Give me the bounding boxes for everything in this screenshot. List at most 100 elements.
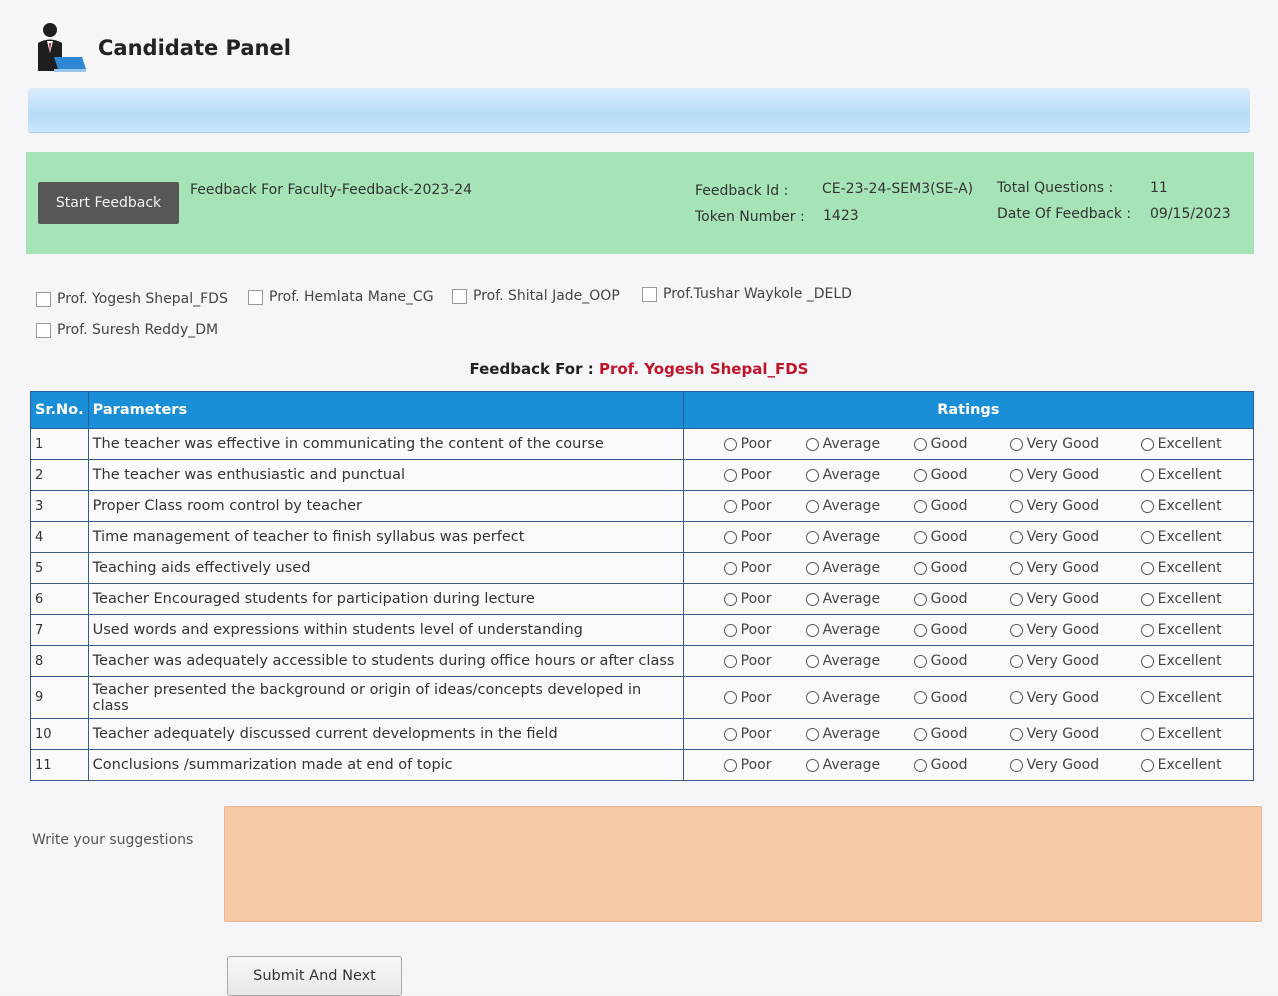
rating-option[interactable]: Good: [913, 622, 1010, 638]
radio-button[interactable]: [723, 592, 737, 606]
rating-option[interactable]: Poor: [723, 726, 806, 742]
radio-button[interactable]: [723, 437, 737, 451]
rating-option[interactable]: Average: [805, 690, 914, 706]
rating-option[interactable]: Very Good: [1009, 498, 1141, 514]
rating-option[interactable]: Very Good: [1009, 529, 1141, 545]
professor-checkbox-item[interactable]: Prof. Yogesh Shepal_FDS: [36, 291, 228, 307]
rating-option[interactable]: Good: [913, 498, 1010, 514]
rating-option[interactable]: Poor: [723, 591, 806, 607]
checkbox[interactable]: [248, 289, 263, 305]
radio-button[interactable]: [723, 561, 737, 575]
radio-button[interactable]: [1140, 758, 1154, 772]
radio-button[interactable]: [1009, 758, 1023, 772]
radio-button[interactable]: [1140, 592, 1154, 606]
radio-button[interactable]: [1140, 727, 1154, 741]
rating-option[interactable]: Good: [913, 560, 1010, 576]
radio-button[interactable]: [913, 623, 927, 637]
rating-option[interactable]: Good: [913, 591, 1010, 607]
rating-option[interactable]: Poor: [723, 498, 806, 514]
radio-button[interactable]: [805, 468, 819, 482]
radio-button[interactable]: [1009, 499, 1023, 513]
rating-option[interactable]: Excellent: [1140, 653, 1241, 669]
rating-option[interactable]: Poor: [723, 560, 806, 576]
radio-button[interactable]: [1140, 654, 1154, 668]
professor-checkbox-item[interactable]: Prof. Suresh Reddy_DM: [36, 322, 218, 338]
radio-button[interactable]: [805, 592, 819, 606]
rating-option[interactable]: Excellent: [1140, 436, 1241, 452]
radio-button[interactable]: [723, 499, 737, 513]
radio-button[interactable]: [1009, 654, 1023, 668]
radio-button[interactable]: [723, 727, 737, 741]
professor-checkbox-item[interactable]: Prof. Shital Jade_OOP: [452, 288, 620, 304]
radio-button[interactable]: [1140, 468, 1154, 482]
rating-option[interactable]: Average: [805, 436, 914, 452]
start-feedback-button[interactable]: Start Feedback: [38, 182, 179, 224]
rating-option[interactable]: Average: [805, 653, 914, 669]
rating-option[interactable]: Very Good: [1009, 653, 1141, 669]
rating-option[interactable]: Good: [913, 757, 1010, 773]
radio-button[interactable]: [913, 654, 927, 668]
suggestions-textarea[interactable]: [224, 806, 1262, 922]
radio-button[interactable]: [1009, 437, 1023, 451]
rating-option[interactable]: Average: [805, 560, 914, 576]
checkbox[interactable]: [36, 291, 51, 307]
radio-button[interactable]: [723, 530, 737, 544]
professor-checkbox-item[interactable]: Prof. Hemlata Mane_CG: [248, 289, 434, 305]
checkbox[interactable]: [452, 288, 467, 304]
checkbox[interactable]: [36, 322, 51, 338]
rating-option[interactable]: Very Good: [1009, 726, 1141, 742]
rating-option[interactable]: Very Good: [1009, 560, 1141, 576]
radio-button[interactable]: [1140, 437, 1154, 451]
rating-option[interactable]: Average: [805, 591, 914, 607]
radio-button[interactable]: [913, 437, 927, 451]
radio-button[interactable]: [805, 499, 819, 513]
radio-button[interactable]: [723, 468, 737, 482]
rating-option[interactable]: Poor: [723, 690, 806, 706]
rating-option[interactable]: Good: [913, 690, 1010, 706]
submit-and-next-button[interactable]: Submit And Next: [227, 956, 402, 996]
radio-button[interactable]: [913, 561, 927, 575]
radio-button[interactable]: [1140, 623, 1154, 637]
radio-button[interactable]: [805, 530, 819, 544]
rating-option[interactable]: Very Good: [1009, 467, 1141, 483]
rating-option[interactable]: Poor: [723, 622, 806, 638]
radio-button[interactable]: [723, 623, 737, 637]
radio-button[interactable]: [1009, 468, 1023, 482]
rating-option[interactable]: Very Good: [1009, 757, 1141, 773]
radio-button[interactable]: [1009, 592, 1023, 606]
radio-button[interactable]: [913, 727, 927, 741]
radio-button[interactable]: [723, 654, 737, 668]
radio-button[interactable]: [723, 691, 737, 704]
radio-button[interactable]: [1009, 561, 1023, 575]
radio-button[interactable]: [805, 623, 819, 637]
rating-option[interactable]: Average: [805, 757, 914, 773]
rating-option[interactable]: Good: [913, 726, 1010, 742]
radio-button[interactable]: [1140, 530, 1154, 544]
rating-option[interactable]: Excellent: [1140, 529, 1241, 545]
rating-option[interactable]: Average: [805, 622, 914, 638]
rating-option[interactable]: Very Good: [1009, 690, 1141, 706]
radio-button[interactable]: [805, 727, 819, 741]
rating-option[interactable]: Excellent: [1140, 560, 1241, 576]
rating-option[interactable]: Poor: [723, 467, 806, 483]
rating-option[interactable]: Very Good: [1009, 591, 1141, 607]
professor-checkbox-item[interactable]: Prof.Tushar Waykole _DELD: [642, 286, 852, 302]
radio-button[interactable]: [805, 561, 819, 575]
radio-button[interactable]: [1009, 623, 1023, 637]
rating-option[interactable]: Very Good: [1009, 622, 1141, 638]
rating-option[interactable]: Good: [913, 436, 1010, 452]
radio-button[interactable]: [1009, 530, 1023, 544]
rating-option[interactable]: Good: [913, 653, 1010, 669]
rating-option[interactable]: Excellent: [1140, 498, 1241, 514]
radio-button[interactable]: [805, 691, 819, 704]
rating-option[interactable]: Excellent: [1140, 726, 1241, 742]
rating-option[interactable]: Excellent: [1140, 591, 1241, 607]
rating-option[interactable]: Excellent: [1140, 467, 1241, 483]
radio-button[interactable]: [1009, 691, 1023, 704]
rating-option[interactable]: Poor: [723, 436, 806, 452]
rating-option[interactable]: Poor: [723, 529, 806, 545]
rating-option[interactable]: Poor: [723, 757, 806, 773]
rating-option[interactable]: Average: [805, 726, 914, 742]
checkbox[interactable]: [642, 286, 657, 302]
rating-option[interactable]: Average: [805, 529, 914, 545]
